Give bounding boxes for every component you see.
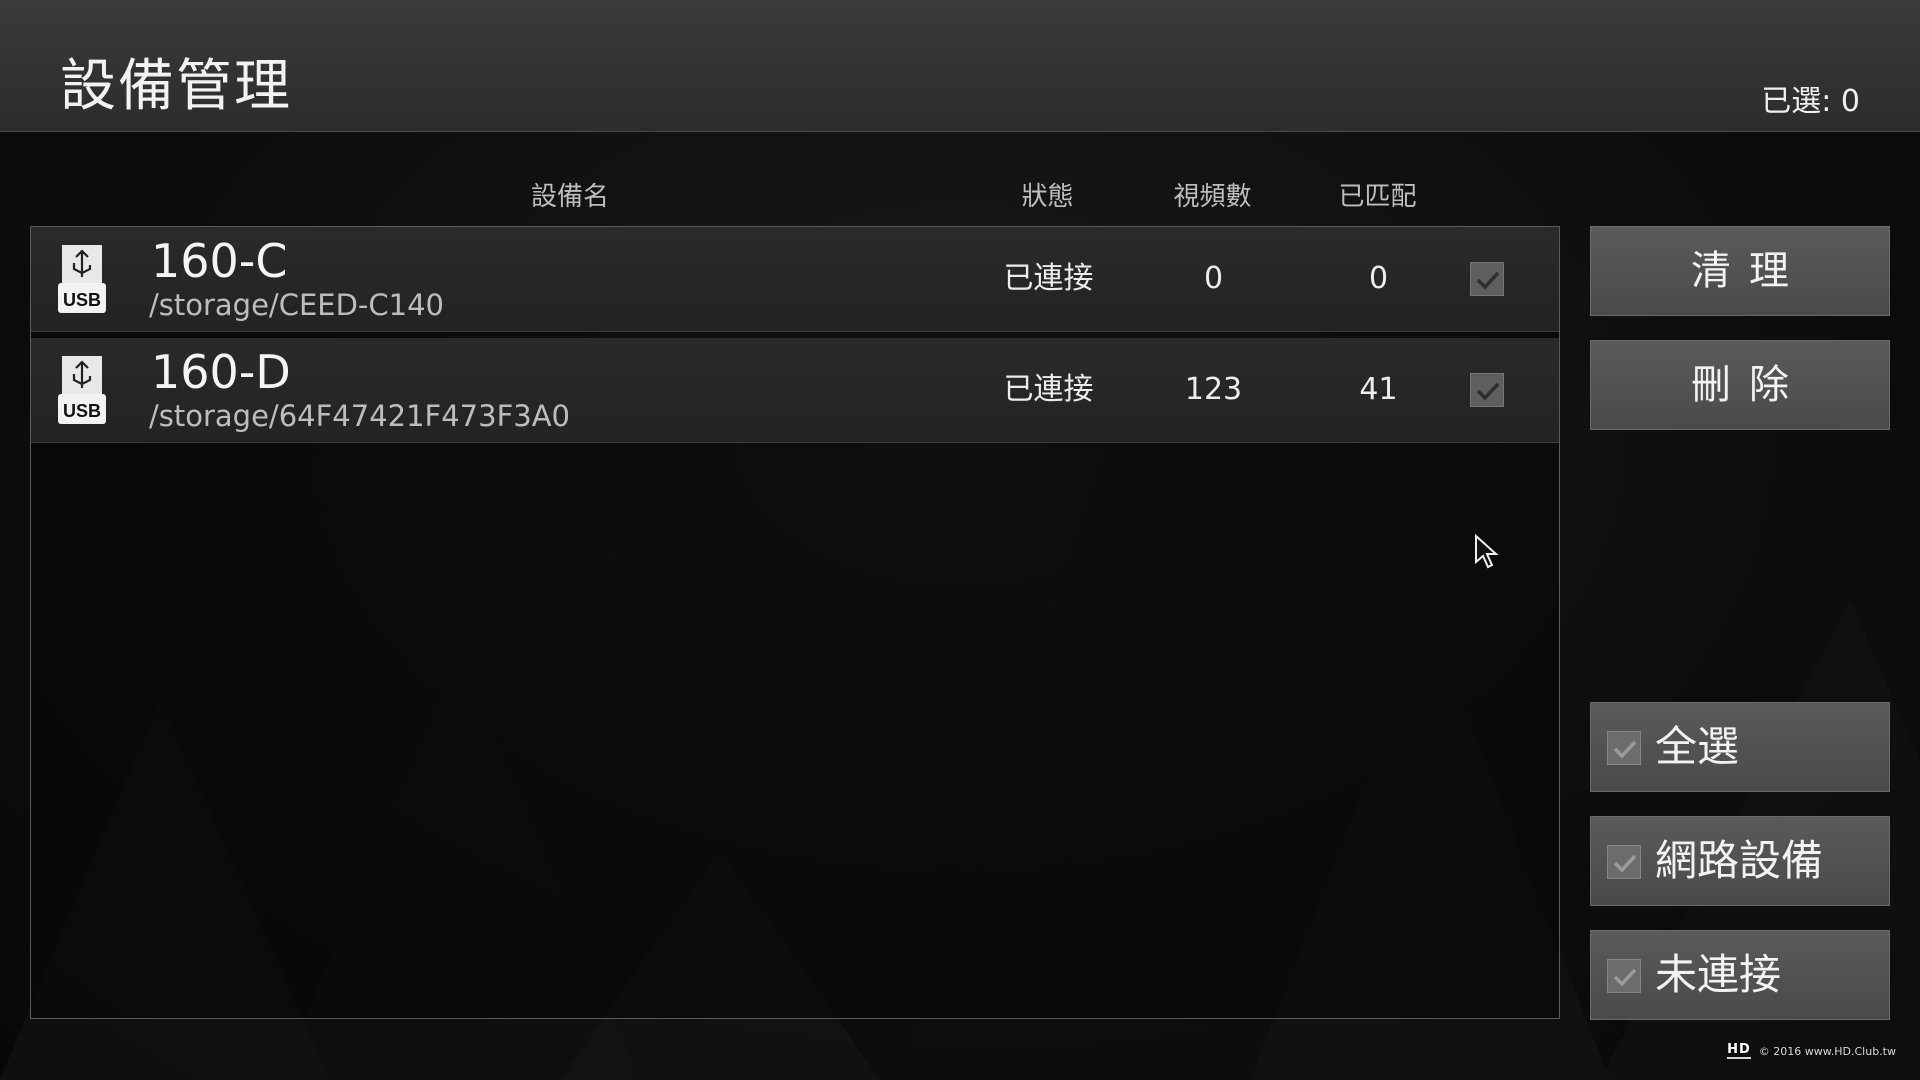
- device-management-screen: 設備管理 已選: 0 設備名 狀態 視頻數 已匹配 USB 160-C /sto…: [0, 0, 1920, 1080]
- mouse-pointer-icon: [1475, 534, 1499, 569]
- device-video-count: 0: [1203, 261, 1224, 296]
- checkmark-icon: [1476, 382, 1500, 401]
- usb-icon: USB: [58, 245, 106, 313]
- not-connected-label: 未連接: [1655, 950, 1782, 999]
- network-devices-toggle[interactable]: 網路設備: [1590, 816, 1890, 906]
- network-devices-label: 網路設備: [1655, 836, 1824, 885]
- top-bar: 設備管理 已選: 0: [0, 0, 1920, 132]
- not-connected-checkbox[interactable]: [1607, 959, 1641, 993]
- network-devices-checkbox[interactable]: [1607, 845, 1641, 879]
- not-connected-toggle[interactable]: 未連接: [1590, 930, 1890, 1020]
- checkmark-icon: [1613, 854, 1637, 873]
- device-status: 已連接: [1003, 261, 1094, 296]
- device-status: 已連接: [1003, 372, 1094, 407]
- device-row[interactable]: USB 160-C /storage/CEED-C140 已連接 0 0: [31, 227, 1559, 332]
- select-all-checkbox[interactable]: [1607, 731, 1641, 765]
- usb-icon-label: USB: [63, 290, 101, 310]
- column-header-matched: 已匹配: [1338, 182, 1417, 212]
- page-title: 設備管理: [60, 54, 292, 119]
- device-path: /storage/64F47421F473F3A0: [149, 399, 570, 433]
- select-all-toggle[interactable]: 全選: [1590, 702, 1890, 792]
- select-all-label: 全選: [1655, 722, 1740, 771]
- device-path: /storage/CEED-C140: [149, 288, 444, 322]
- device-matched-count: 0: [1368, 261, 1389, 296]
- watermark-text: © 2016 www.HD.Club.tw: [1758, 1044, 1896, 1058]
- delete-button[interactable]: 刪除: [1590, 340, 1890, 430]
- usb-icon-label: USB: [63, 401, 101, 421]
- checkmark-icon: [1613, 968, 1637, 987]
- device-row[interactable]: USB 160-D /storage/64F47421F473F3A0 已連接 …: [31, 338, 1559, 443]
- checkmark-icon: [1476, 271, 1500, 290]
- device-checkbox[interactable]: [1470, 262, 1504, 296]
- column-headers: 設備名 狀態 視頻數 已匹配: [30, 172, 1560, 214]
- selected-count: 已選: 0: [1761, 84, 1860, 119]
- device-checkbox[interactable]: [1470, 373, 1504, 407]
- hd-club-logo: HD: [1727, 1042, 1751, 1059]
- device-name: 160-C: [151, 234, 288, 288]
- device-list: USB 160-C /storage/CEED-C140 已連接 0 0 USB…: [30, 226, 1560, 1019]
- column-header-name: 設備名: [530, 182, 609, 212]
- device-matched-count: 41: [1359, 372, 1398, 407]
- checkmark-icon: [1613, 740, 1637, 759]
- column-header-videos: 視頻數: [1173, 182, 1252, 212]
- clean-button[interactable]: 清理: [1590, 226, 1890, 316]
- usb-icon: USB: [58, 356, 106, 424]
- device-name: 160-D: [151, 345, 291, 399]
- column-header-status: 狀態: [1021, 182, 1074, 212]
- watermark: HD © 2016 www.HD.Club.tw: [1727, 1040, 1896, 1062]
- device-video-count: 123: [1184, 372, 1243, 407]
